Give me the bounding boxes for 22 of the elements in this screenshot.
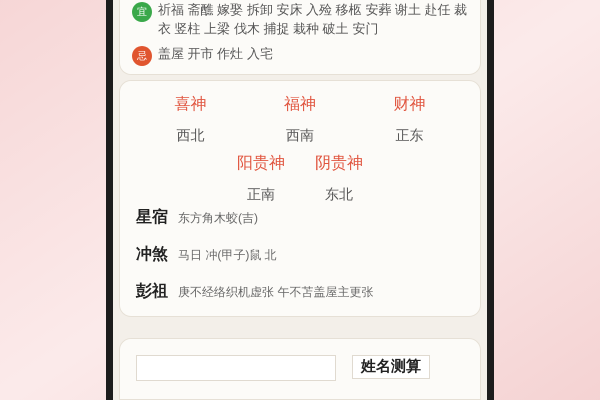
direction: 西南 <box>286 126 314 145</box>
activity-list: 盖屋 开市 作灶 入宅 <box>158 44 273 63</box>
badge-avoid: 忌 <box>132 46 152 66</box>
direction: 正东 <box>395 126 424 145</box>
direction: 东北 <box>325 185 353 204</box>
detail-label: 冲煞 <box>136 244 168 265</box>
direction: 西北 <box>176 126 205 145</box>
god-name: 阴贵神 <box>315 154 363 174</box>
detail-label: 彭祖 <box>136 281 168 302</box>
god-name: 财神 <box>393 94 426 115</box>
detail-value: 东方角木蛟(吉) <box>178 210 258 227</box>
input-field[interactable] <box>136 355 336 381</box>
god-name: 阳贵神 <box>237 154 285 174</box>
activity-list: 祈福 斋醮 嫁娶 拆卸 安床 入殓 移柩 安葬 谢土 赴任 裁衣 竖柱 上梁 伐木 捕捉 栽种 破土 安门 <box>158 0 468 38</box>
detail-label: 星宿 <box>136 207 168 228</box>
detail-value: 马日 冲(甲子)鼠 北 <box>178 247 277 264</box>
badge-suitable: 宜 <box>132 2 152 22</box>
detail-value: 庚不经络织机虚张 午不苫盖屋主更张 <box>178 284 374 301</box>
test-button[interactable]: 姓名测算 <box>352 355 430 379</box>
direction: 正南 <box>247 185 275 204</box>
god-name: 福神 <box>284 94 316 115</box>
god-name: 喜神 <box>174 94 207 115</box>
